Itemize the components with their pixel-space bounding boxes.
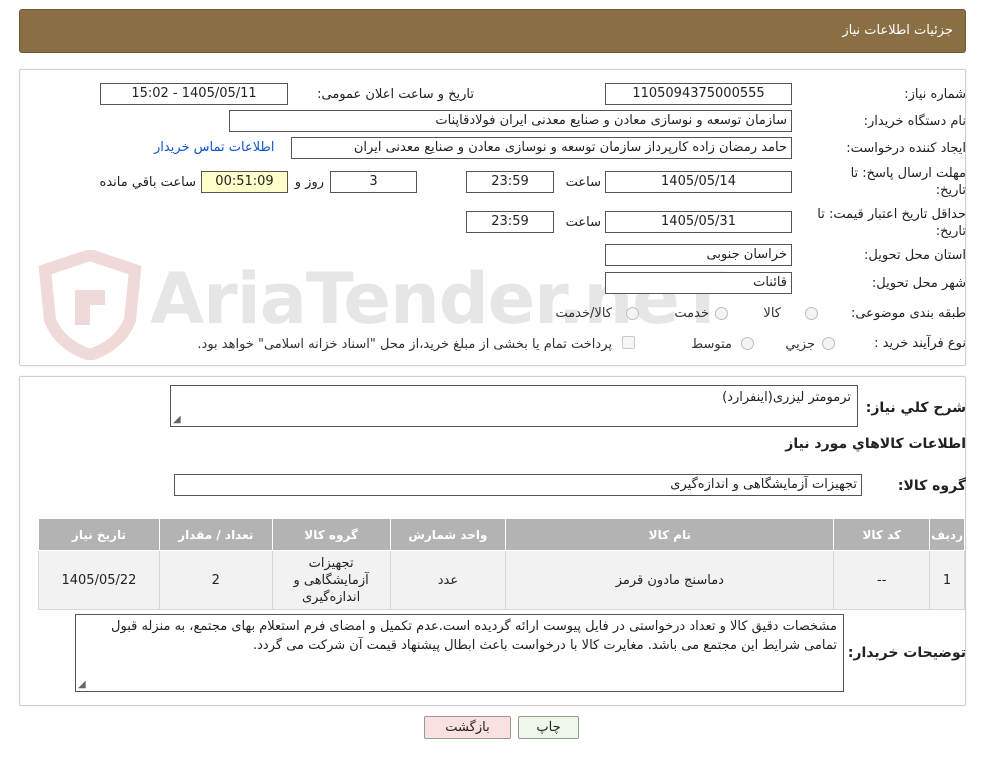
table-header-row: رديف کد کالا نام کالا واحد شمارش گروه کا… <box>38 518 965 551</box>
process-label: نوع فرآیند خرید : <box>874 336 966 351</box>
deadline-time-field: 23:59 <box>466 171 554 193</box>
page-title: جزئیات اطلاعات نیاز <box>842 23 953 38</box>
treasury-checkbox[interactable] <box>622 336 635 349</box>
process-minor-label: جزیي <box>785 337 815 352</box>
back-button[interactable]: بازگشت <box>424 716 511 739</box>
validity-date-field: 1405/05/31 <box>605 211 792 233</box>
goods-group-label: گروه کالا: <box>897 478 966 494</box>
requester-label: ایجاد کننده درخواست: <box>846 141 966 156</box>
col-header-name: نام کالا <box>505 518 835 551</box>
goods-info-title: اطلاعات کالاهاي مورد نياز <box>785 436 966 452</box>
city-label: شهر محل تحویل: <box>871 276 966 291</box>
cell-quantity: 2 <box>158 550 273 610</box>
category-goods-service-radio[interactable] <box>626 307 639 320</box>
cell-name: دماسنج مادون قرمز <box>505 550 835 610</box>
process-medium-label: متوسط <box>691 337 732 352</box>
announce-label: تاریخ و ساعت اعلان عمومی: <box>317 87 474 102</box>
deadline-label-2: تاریخ: <box>935 183 966 198</box>
deadline-label: مهلت ارسال پاسخ: تا <box>850 166 966 181</box>
process-medium-radio[interactable] <box>741 337 754 350</box>
category-label: طبقه بندی موضوعی: <box>850 306 966 321</box>
col-header-quantity: تعداد / مقدار <box>158 518 273 551</box>
general-desc-field: ترمومتر لیزری(اینفرارد) <box>170 385 858 427</box>
col-header-unit: واحد شمارش <box>389 518 507 551</box>
province-field: خراسان جنوبی <box>605 244 792 266</box>
validity-time-label: ساعت <box>565 215 601 230</box>
need-number-label: شماره نیاز: <box>904 87 966 102</box>
resize-grip-icon: ◢ <box>173 414 181 425</box>
time-remaining-field: 00:51:09 <box>201 171 288 193</box>
days-remaining-field: 3 <box>330 171 417 193</box>
buyer-notes-label: توضیحات خریدار: <box>847 645 966 661</box>
col-header-row-number: رديف <box>929 518 965 551</box>
process-minor-radio[interactable] <box>822 337 835 350</box>
buyer-org-label: نام دستگاه خریدار: <box>863 114 966 129</box>
validity-time-field: 23:59 <box>466 211 554 233</box>
print-button[interactable]: چاپ <box>518 716 579 739</box>
days-label: روز و <box>294 175 324 190</box>
watermark: AriaTender.neT <box>150 258 726 340</box>
deadline-time-label: ساعت <box>565 175 601 190</box>
notes-resize-grip-icon: ◢ <box>78 679 86 690</box>
general-desc-text: ترمومتر لیزری(اینفرارد) <box>722 390 851 405</box>
validity-label: حداقل تاریخ اعتبار قیمت: تا <box>817 207 966 222</box>
buyer-notes-text: مشخصات دقیق کالا و تعداد درخواستی در فای… <box>111 619 837 653</box>
watermark-shield-icon <box>30 248 150 362</box>
cell-unit: عدد <box>389 550 507 610</box>
general-desc-label: شرح کلي نیاز: <box>865 400 966 416</box>
page-header: جزئیات اطلاعات نیاز <box>19 9 966 53</box>
buyer-notes-field: مشخصات دقیق کالا و تعداد درخواستی در فای… <box>75 614 844 692</box>
items-table: رديف کد کالا نام کالا واحد شمارش گروه کا… <box>38 518 965 610</box>
need-number-field: 1105094375000555 <box>605 83 792 105</box>
announce-field: 1405/05/11 - 15:02 <box>100 83 288 105</box>
category-goods-radio[interactable] <box>805 307 818 320</box>
category-service-label: خدمت <box>674 306 709 321</box>
treasury-note: پرداخت تمام یا بخشی از مبلغ خرید،از محل … <box>197 337 612 352</box>
buyer-contact-link[interactable]: اطلاعات تماس خریدار <box>154 140 274 155</box>
requester-field: حامد رمضان زاده کارپرداز سازمان توسعه و … <box>291 137 792 159</box>
goods-group-field: تجهیزات آزمایشگاهی و اندازه‌گیری <box>174 474 862 496</box>
cell-group: تجهیزات آزمایشگاهی و اندازه‌گیری <box>271 550 391 610</box>
city-field: قائنات <box>605 272 792 294</box>
cell-code: -- <box>833 550 931 610</box>
table-row: 1 -- دماسنج مادون قرمز عدد تجهیزات آزمای… <box>38 550 965 610</box>
category-service-radio[interactable] <box>715 307 728 320</box>
category-goods-service-label: کالا/خدمت <box>555 306 612 321</box>
cell-row-number: 1 <box>929 550 965 610</box>
province-label: استان محل تحویل: <box>864 248 966 263</box>
deadline-date-field: 1405/05/14 <box>605 171 792 193</box>
validity-label-2: تاریخ: <box>935 224 966 239</box>
col-header-group: گروه کالا <box>271 518 391 551</box>
buyer-org-field: سازمان توسعه و نوسازی معادن و صنایع معدن… <box>229 110 792 132</box>
cell-date: 1405/05/22 <box>38 550 160 610</box>
col-header-date: تاریخ نیاز <box>38 518 160 551</box>
category-goods-label: کالا <box>763 306 781 321</box>
remaining-label: ساعت باقي مانده <box>99 175 196 190</box>
col-header-code: کد کالا <box>833 518 931 551</box>
